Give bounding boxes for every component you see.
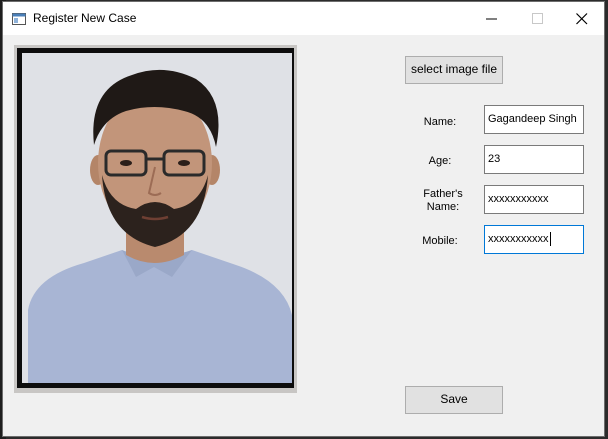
- maximize-button[interactable]: [515, 2, 561, 35]
- mobile-label: Mobile:: [422, 235, 458, 247]
- register-case-window: Register New Case select image file Name…: [2, 1, 605, 437]
- text-caret: [549, 232, 551, 247]
- father-name-label-line2: Name:: [426, 201, 460, 213]
- select-image-button[interactable]: select image file: [405, 56, 503, 84]
- age-field[interactable]: 23: [484, 145, 584, 174]
- father-name-label-line1: Father's: [423, 188, 463, 200]
- father-name-field[interactable]: xxxxxxxxxxx: [484, 185, 584, 214]
- close-icon: [576, 13, 588, 25]
- maximize-icon: [532, 13, 543, 24]
- father-name-label: Father's Name:: [415, 188, 471, 214]
- window-title: Register New Case: [33, 11, 137, 25]
- close-button[interactable]: [559, 2, 605, 35]
- title-bar: Register New Case: [3, 2, 604, 35]
- mobile-field-text: xxxxxxxxxxx: [488, 233, 549, 245]
- person-photo: [14, 45, 297, 393]
- minimize-icon: [486, 18, 497, 20]
- minimize-button[interactable]: [469, 2, 515, 35]
- name-field[interactable]: Gagandeep Singh: [484, 105, 584, 134]
- age-label: Age:: [428, 155, 452, 167]
- app-window-icon: [12, 12, 26, 25]
- mobile-field[interactable]: xxxxxxxxxxx: [484, 225, 584, 254]
- save-button[interactable]: Save: [405, 386, 503, 414]
- name-label: Name:: [423, 116, 457, 128]
